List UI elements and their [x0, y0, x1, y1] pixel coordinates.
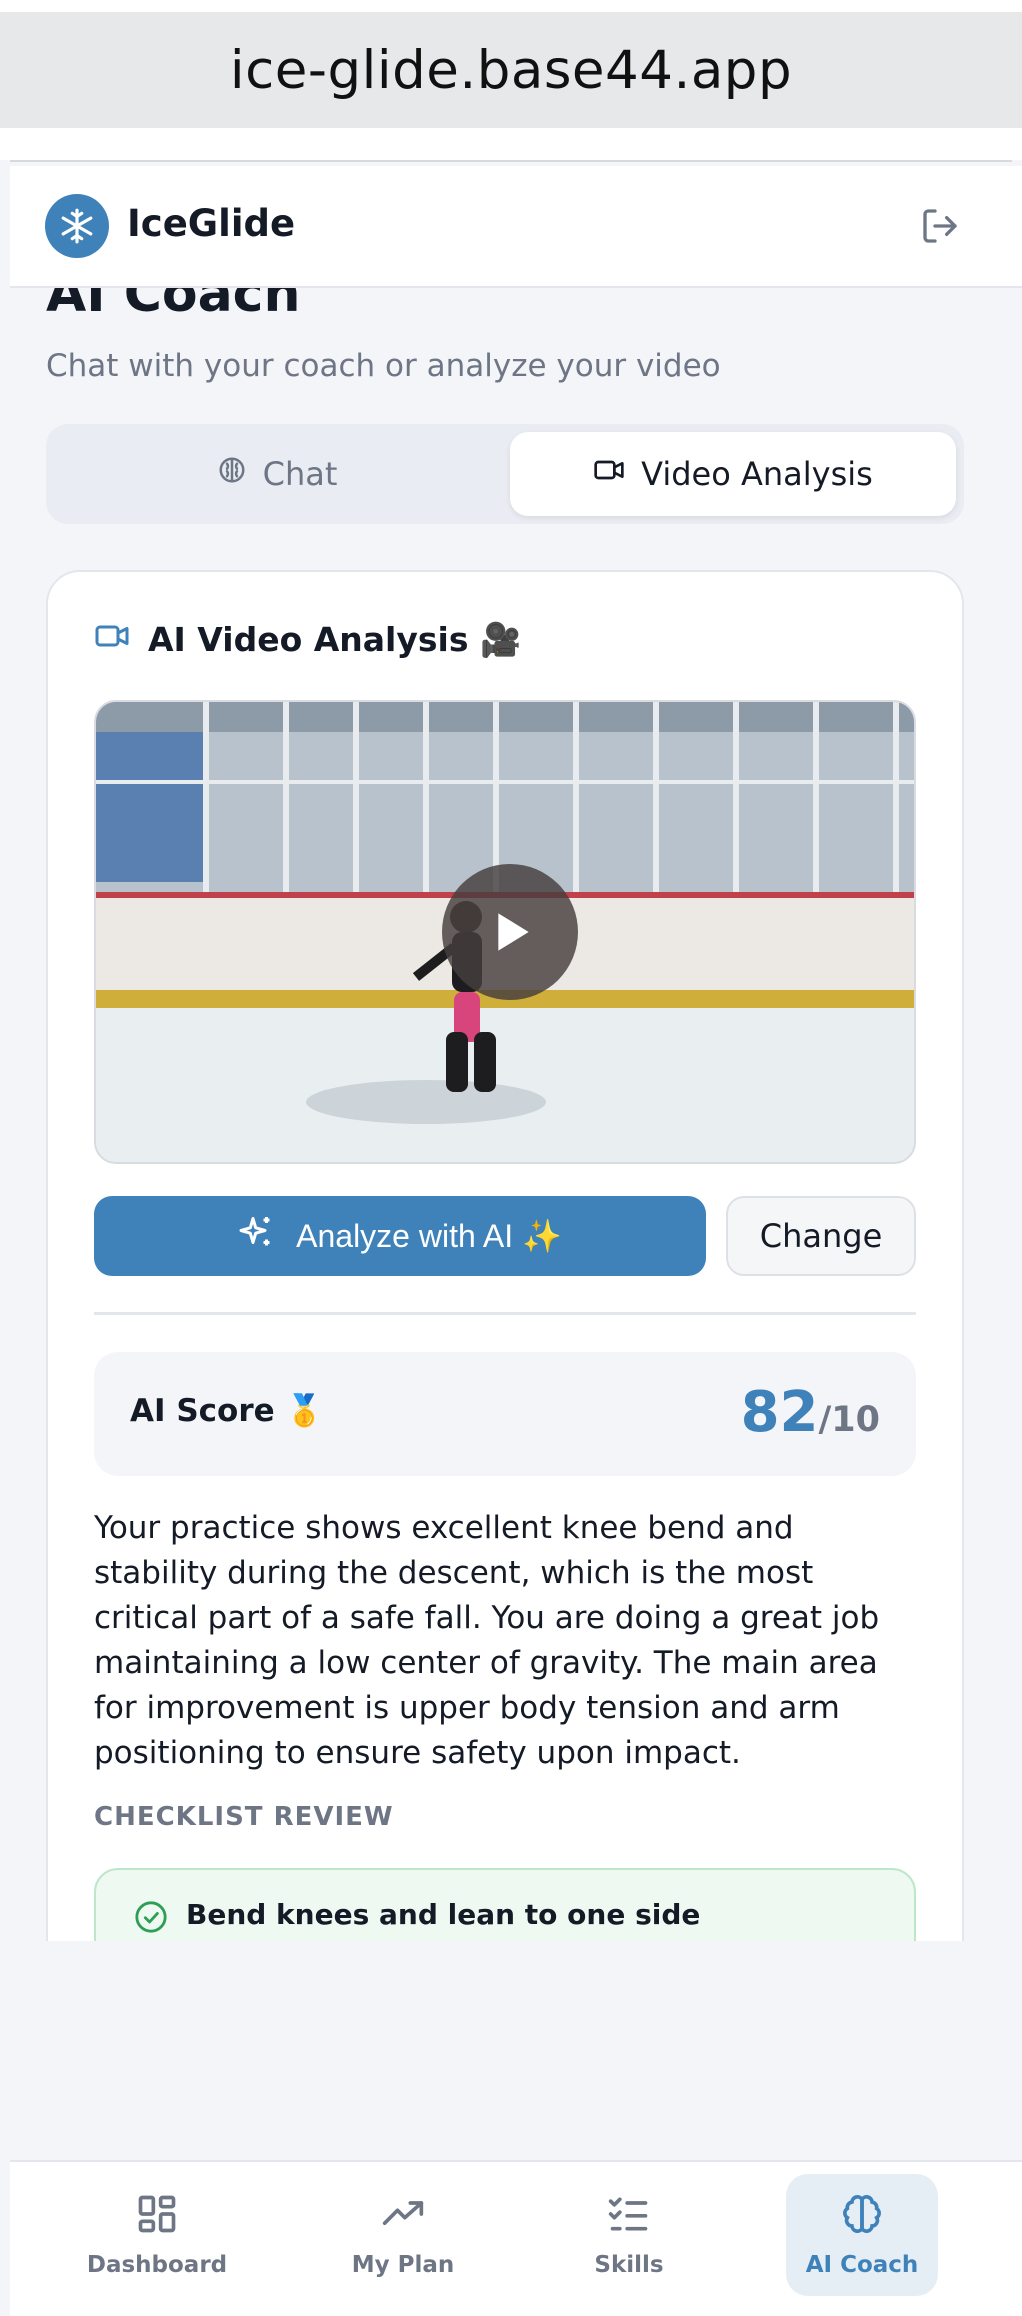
checklist-icon	[607, 2192, 651, 2242]
nav-my-plan-label: My Plan	[351, 2252, 455, 2278]
checklist-heading: CHECKLIST REVIEW	[94, 1802, 394, 1832]
check-circle-icon	[134, 1900, 168, 1934]
brain-icon	[840, 2192, 884, 2242]
page-subtitle: Chat with your coach or analyze your vid…	[46, 348, 721, 384]
grid-icon	[135, 2192, 179, 2242]
divider	[94, 1312, 916, 1315]
nav-dashboard[interactable]: Dashboard	[81, 2174, 233, 2296]
tab-chat-label: Chat	[262, 455, 338, 493]
card-title: AI Video Analysis 🎥	[148, 620, 522, 659]
play-button[interactable]	[442, 864, 578, 1000]
video-analysis-card: AI Video Analysis 🎥 Analyze with AI ✨ Ch…	[46, 570, 964, 1941]
trending-up-icon	[381, 2192, 425, 2242]
score-number: 82	[740, 1380, 819, 1445]
analysis-feedback: Your practice shows excellent knee bend …	[94, 1510, 880, 1771]
app-header: IceGlide	[10, 166, 1022, 288]
card-header: AI Video Analysis 🎥	[94, 618, 521, 662]
analyze-with-ai-button[interactable]: Analyze with AI ✨	[94, 1196, 706, 1276]
change-button-label: Change	[759, 1217, 883, 1255]
score-label: AI Score 🥇	[130, 1393, 325, 1429]
video-icon	[593, 454, 625, 494]
nav-skills[interactable]: Skills	[553, 2174, 705, 2296]
bottom-navigation: Dashboard My Plan Skills AI Coach	[10, 2160, 1022, 2316]
tab-chat[interactable]: Chat	[54, 432, 500, 516]
main-content[interactable]: AI Coach Chat with your coach or analyze…	[10, 288, 1022, 1941]
nav-ai-coach[interactable]: AI Coach	[786, 2174, 938, 2296]
play-icon	[498, 913, 529, 951]
divider	[10, 160, 1012, 162]
url-text: ice-glide.base44.app	[229, 39, 793, 101]
brain-icon	[217, 455, 247, 493]
mode-tabs: Chat Video Analysis	[46, 424, 964, 524]
score-value: 82/10	[741, 1380, 880, 1445]
tab-video-analysis-label: Video Analysis	[641, 455, 873, 493]
nav-dashboard-label: Dashboard	[86, 2252, 228, 2278]
analyze-button-label: Analyze with AI ✨	[296, 1218, 562, 1254]
logout-icon[interactable]	[920, 206, 960, 246]
snowflake-icon	[45, 194, 109, 258]
video-player[interactable]	[94, 700, 916, 1164]
sparkles-icon	[238, 1214, 274, 1258]
checklist-item: Bend knees and lean to one side	[94, 1868, 916, 1941]
browser-url-bar: ice-glide.base44.app	[0, 0, 1022, 160]
score-max: /10	[818, 1400, 881, 1440]
nav-skills-label: Skills	[594, 2252, 664, 2278]
nav-ai-coach-label: AI Coach	[805, 2252, 919, 2278]
page-title: AI Coach	[46, 288, 301, 324]
url-field[interactable]: ice-glide.base44.app	[0, 12, 1022, 128]
nav-my-plan[interactable]: My Plan	[327, 2174, 479, 2296]
tab-video-analysis[interactable]: Video Analysis	[510, 432, 956, 516]
app-brand-name: IceGlide	[127, 202, 296, 245]
video-icon	[94, 618, 130, 662]
checklist-item-text: Bend knees and lean to one side	[186, 1898, 701, 1931]
change-video-button[interactable]: Change	[726, 1196, 916, 1276]
ai-score-panel: AI Score 🥇 82/10	[94, 1352, 916, 1476]
